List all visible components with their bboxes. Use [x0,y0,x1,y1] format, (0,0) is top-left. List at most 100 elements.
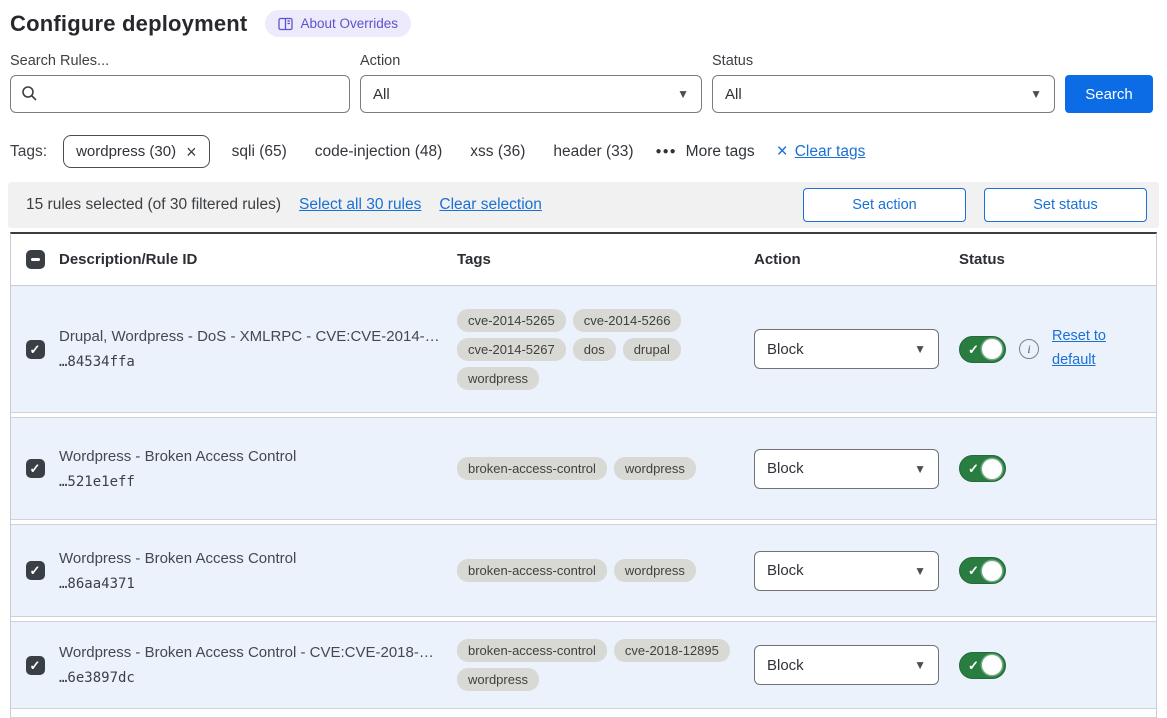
set-status-button[interactable]: Set status [984,188,1147,222]
select-all-checkbox[interactable] [26,250,45,269]
rule-action-select[interactable]: Block ▼ [754,645,939,685]
rule-action-value: Block [767,562,804,579]
column-description: Description/Rule ID [59,251,457,268]
page-title: Configure deployment [10,11,247,37]
selection-bar: 15 rules selected (of 30 filtered rules)… [8,182,1159,228]
tag-pill: cve-2018-12895 [614,639,730,662]
tag-filter[interactable]: code-injection (48) [315,143,443,161]
more-tags-button[interactable]: ●●● More tags [656,143,755,161]
table-header: Description/Rule ID Tags Action Status [11,234,1156,286]
tag-pill: wordpress [614,457,696,480]
rule-description: Drupal, Wordpress - DoS - XMLRPC - CVE:C… [59,328,457,345]
clear-selection-link[interactable]: Clear selection [439,196,542,214]
about-overrides-label: About Overrides [300,16,398,31]
chevron-down-icon: ▼ [677,87,689,101]
tag-pill: broken-access-control [457,639,607,662]
configure-deployment-page: Configure deployment About Overrides Sea… [0,0,1167,718]
rule-tags: broken-access-control cve-2018-12895 wordp… [457,629,749,701]
rule-action-value: Block [767,460,804,477]
search-rules-label: Search Rules... [10,53,350,69]
search-icon [21,85,38,102]
action-filter-value: All [373,86,390,103]
row-checkbox[interactable]: ✓ [26,656,45,675]
chevron-down-icon: ▼ [914,658,926,672]
toggle-knob [982,561,1002,581]
ellipsis-icon: ●●● [656,146,677,157]
action-filter-select[interactable]: All ▼ [360,75,702,113]
select-all-rules-link[interactable]: Select all 30 rules [299,196,421,214]
toggle-knob [982,339,1002,359]
tags-label: Tags: [10,143,47,161]
status-filter-field: Status All ▼ [712,53,1055,113]
status-filter-select[interactable]: All ▼ [712,75,1055,113]
check-icon: ✓ [968,658,979,674]
row-checkbox[interactable]: ✓ [26,340,45,359]
tag-pill: dos [573,338,616,361]
about-overrides-badge[interactable]: About Overrides [265,10,411,37]
selected-tag-wordpress[interactable]: wordpress (30) × [63,135,210,168]
tag-pill: cve-2014-5265 [457,309,566,332]
clear-tags-x-icon: × [777,145,788,159]
tag-pill: broken-access-control [457,559,607,582]
tag-filter[interactable]: xss (36) [470,143,525,161]
rule-action-select[interactable]: Block ▼ [754,329,939,369]
rule-id: …84534ffa [59,354,457,370]
info-icon[interactable]: i [1019,339,1039,359]
clear-tags-link[interactable]: × Clear tags [777,143,866,161]
status-filter-value: All [725,86,742,103]
table-row: ✓ Wordpress - Broken Access Control …86a… [11,524,1156,617]
tag-pill: cve-2014-5267 [457,338,566,361]
tag-pill: wordpress [457,367,539,390]
rule-action-select[interactable]: Block ▼ [754,551,939,591]
rule-status-toggle[interactable]: ✓ [959,652,1006,679]
check-icon: ✓ [968,461,979,477]
tag-filter[interactable]: sqli (65) [232,143,287,161]
rule-status-toggle[interactable]: ✓ [959,557,1006,584]
search-button[interactable]: Search [1065,75,1153,113]
action-filter-label: Action [360,53,702,69]
tag-pill: wordpress [614,559,696,582]
column-tags: Tags [457,251,754,268]
rule-description: Wordpress - Broken Access Control - CVE:… [59,644,457,661]
clear-tags-label: Clear tags [795,143,866,161]
rule-description: Wordpress - Broken Access Control [59,448,457,465]
tag-pill: cve-2014-5266 [573,309,682,332]
row-checkbox[interactable]: ✓ [26,459,45,478]
table-body: ✓ Drupal, Wordpress - DoS - XMLRPC - CVE… [11,286,1156,709]
toggle-knob [982,459,1002,479]
rule-status-toggle[interactable]: ✓ [959,336,1006,363]
tag-pill: wordpress [457,668,539,691]
chevron-down-icon: ▼ [914,564,926,578]
check-icon: ✓ [968,342,979,358]
rule-id: …521e1eff [59,474,457,490]
reset-to-default-link[interactable]: Reset to default [1052,325,1116,373]
tag-filter-list: sqli (65) code-injection (48) xss (36) head… [232,143,634,161]
rule-id: …86aa4371 [59,576,457,592]
tag-filter[interactable]: header (33) [553,143,633,161]
chevron-down-icon: ▼ [1030,87,1042,101]
search-input[interactable] [10,75,350,113]
rule-id: …6e3897dc [59,670,457,686]
table-row: ✓ Wordpress - Broken Access Control - CV… [11,621,1156,709]
page-header: Configure deployment About Overrides [10,10,1157,37]
column-status: Status [959,251,1156,268]
rule-tags: cve-2014-5265 cve-2014-5266 cve-2014-5267 d… [457,299,749,400]
tag-pill: drupal [623,338,681,361]
book-icon [278,17,293,31]
rule-action-select[interactable]: Block ▼ [754,449,939,489]
remove-tag-icon[interactable]: × [186,145,197,159]
status-filter-label: Status [712,53,1055,69]
rules-table: Description/Rule ID Tags Action Status ✓… [10,232,1157,718]
rule-tags: broken-access-control wordpress [457,549,749,592]
rule-action-value: Block [767,341,804,358]
filter-bar: Search Rules... Action All ▼ Status All … [10,53,1157,113]
rule-action-value: Block [767,657,804,674]
search-field: Search Rules... [10,53,350,113]
set-action-button[interactable]: Set action [803,188,966,222]
rule-tags: broken-access-controlwordpress [457,447,749,490]
toggle-knob [982,655,1002,675]
row-checkbox[interactable]: ✓ [26,561,45,580]
rule-status-toggle[interactable]: ✓ [959,455,1006,482]
rule-description: Wordpress - Broken Access Control [59,550,457,567]
table-row: ✓ Wordpress - Broken Access Control …521… [11,417,1156,520]
